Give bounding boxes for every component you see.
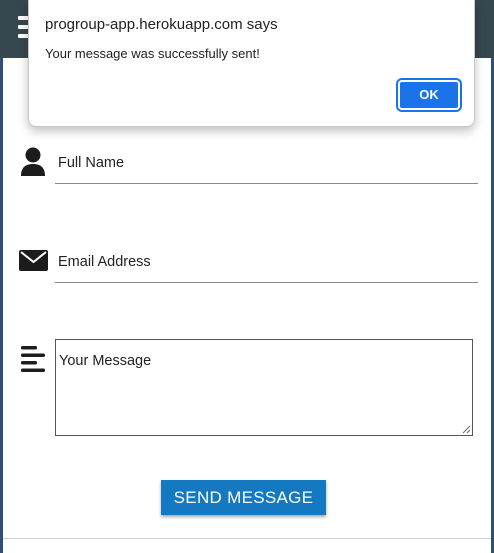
- dialog-title: progroup-app.herokuapp.com says: [45, 16, 278, 33]
- person-icon: [21, 147, 45, 176]
- dialog-message: Your message was successfully sent!: [45, 46, 260, 61]
- email-underline: [55, 282, 478, 283]
- message-textarea[interactable]: Your Message: [55, 339, 473, 436]
- contact-form: Full Name Email Address Your Message SEN…: [3, 58, 491, 553]
- message-placeholder: Your Message: [59, 353, 152, 369]
- footer-divider: [3, 538, 491, 539]
- resize-grip-icon[interactable]: [462, 425, 471, 434]
- send-message-button[interactable]: SEND MESSAGE: [161, 480, 326, 515]
- email-field[interactable]: Email Address: [58, 254, 151, 270]
- full-name-field[interactable]: Full Name: [58, 155, 124, 171]
- text-align-left-icon: [21, 346, 45, 372]
- envelope-icon: [19, 250, 48, 271]
- full-name-underline: [55, 183, 478, 184]
- alert-dialog: progroup-app.herokuapp.com says Your mes…: [28, 0, 475, 127]
- ok-button[interactable]: OK: [396, 78, 462, 112]
